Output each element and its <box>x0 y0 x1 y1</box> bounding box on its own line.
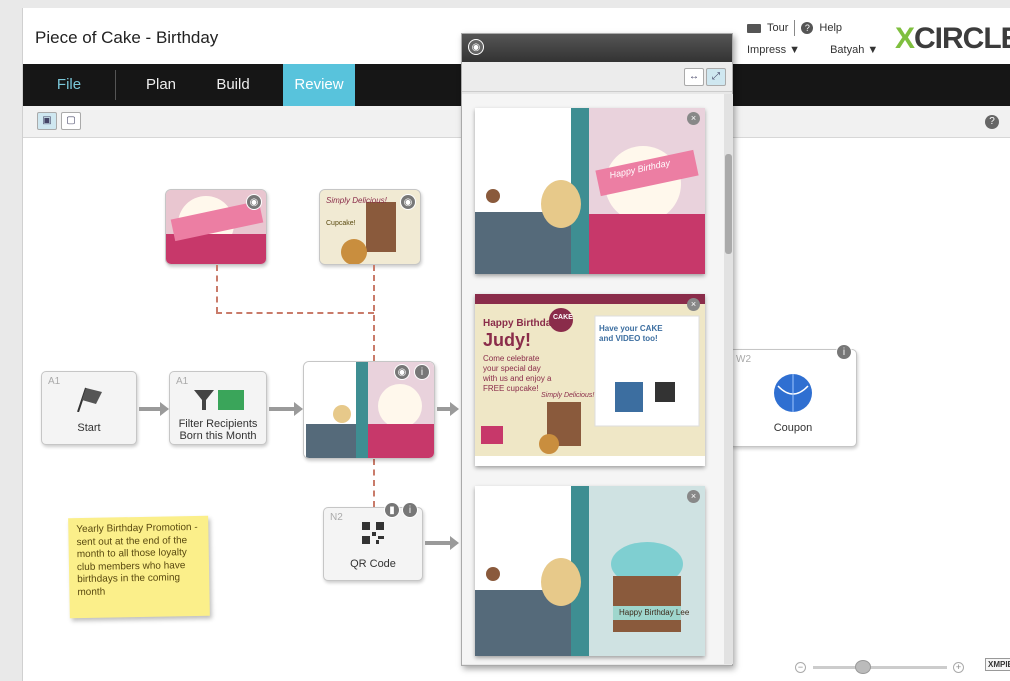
fit-width-button[interactable]: ↔ <box>684 68 704 86</box>
flow-arrow <box>139 402 169 416</box>
popup-header: ◉ <box>462 34 732 62</box>
node-id: A1 <box>176 376 189 387</box>
flow-arrow <box>269 402 303 416</box>
thumb-headline: Simply Delicious! <box>326 196 387 205</box>
user-menu[interactable]: Batyah ▼ <box>830 44 878 56</box>
card-body: Come celebrate your special day with us … <box>483 354 552 393</box>
view-flow-button[interactable]: ▢ <box>61 112 81 130</box>
zoom-out-button[interactable]: − <box>795 662 806 673</box>
mailer-back-image-2 <box>475 486 705 656</box>
stats-icon[interactable]: ▮ <box>384 502 400 518</box>
zoom-slider[interactable]: − + <box>795 660 965 674</box>
app-window: Piece of Cake - Birthday Tour ? Help Imp… <box>22 8 1010 681</box>
circle-logo: XCIRCLE <box>895 22 1010 55</box>
node-label-line1: Filter Recipients <box>178 418 258 430</box>
node-id: A1 <box>48 376 61 387</box>
connector-line <box>216 312 374 314</box>
help-link[interactable]: Help <box>819 22 842 34</box>
info-icon[interactable]: ? <box>985 115 999 129</box>
card-name: Judy! <box>483 330 532 350</box>
divider <box>794 20 796 36</box>
node-label: Coupon <box>773 422 813 434</box>
connector-line <box>216 265 218 313</box>
flag-icon <box>77 387 102 412</box>
info-icon[interactable]: i <box>836 344 852 360</box>
preview-icon[interactable]: ◉ <box>394 364 410 380</box>
preview-list: × Happy Birthday × CAKE Happy Birthday J… <box>462 94 724 664</box>
flow-arrow <box>437 402 459 416</box>
card-right-title: Have your CAKE and VIDEO too! <box>599 324 663 343</box>
flow-arrow <box>425 536 459 550</box>
connector-line <box>373 459 375 507</box>
node-label-line2: Born this Month <box>179 430 257 442</box>
sticky-note[interactable]: Yearly Birthday Promotion - sent out at … <box>68 515 210 619</box>
preview-card[interactable]: × CAKE Happy Birthday Judy! Come celebra <box>475 294 705 466</box>
preview-icon: ◉ <box>468 39 484 55</box>
nav-divider <box>115 70 116 100</box>
preview-card[interactable]: × Happy Birthday Lee <box>475 486 705 656</box>
popup-toolbar: ↔ ⤢ <box>462 62 732 92</box>
thumbnail-delicious[interactable]: Simply Delicious! Cupcake! ◉ <box>319 189 421 265</box>
preview-icon[interactable]: ◉ <box>246 194 262 210</box>
xmpie-logo: XMPIE <box>985 658 1010 671</box>
popup-scrollbar[interactable] <box>724 94 733 664</box>
node-filter[interactable]: A1 Filter Recipients Born this Month <box>169 371 267 445</box>
view-thumbnails-button[interactable]: ▣ <box>37 112 57 130</box>
page-title: Piece of Cake - Birthday <box>35 28 219 47</box>
node-print-mailer[interactable]: ◉ i <box>303 361 435 459</box>
preview-card[interactable]: × Happy Birthday <box>475 108 705 274</box>
node-label: QR Code <box>350 558 396 570</box>
scroll-thumb[interactable] <box>725 154 732 254</box>
tab-plan[interactable]: Plan <box>131 64 191 106</box>
top-links: Tour ? Help Impress ▼ Batyah ▼ <box>747 20 878 56</box>
info-icon[interactable]: i <box>414 364 430 380</box>
close-icon[interactable]: × <box>687 112 700 125</box>
connector-line <box>373 265 375 361</box>
node-label: Start <box>77 422 101 434</box>
node-qr-code[interactable]: N2 QR Code ▮ i <box>323 502 423 581</box>
impress-menu[interactable]: Impress ▼ <box>747 44 800 56</box>
qr-code-icon <box>362 522 384 544</box>
help-icon: ? <box>801 22 814 34</box>
close-icon[interactable]: × <box>687 298 700 311</box>
preview-icon[interactable]: ◉ <box>400 194 416 210</box>
video-icon <box>747 23 761 33</box>
fit-page-button[interactable]: ⤢ <box>706 68 726 86</box>
zoom-in-button[interactable]: + <box>953 662 964 673</box>
thumbnail-cupcake[interactable]: ◉ <box>165 189 267 265</box>
node-coupon[interactable]: W2 Coupon i <box>729 344 857 447</box>
tab-review[interactable]: Review <box>283 64 355 106</box>
zoom-knob[interactable] <box>855 660 871 674</box>
zoom-track[interactable] <box>813 666 947 669</box>
filter-icon <box>194 390 244 410</box>
card-badge: Simply Delicious! <box>541 392 595 399</box>
close-icon[interactable]: × <box>687 490 700 503</box>
thumb-subtext: Cupcake! <box>326 220 356 227</box>
node-id: W2 <box>736 354 751 365</box>
node-start[interactable]: A1 Start <box>41 371 137 445</box>
tour-link[interactable]: Tour <box>767 22 788 34</box>
cake-text: Happy Birthday Lee <box>619 608 690 617</box>
node-id: N2 <box>330 512 343 523</box>
mailer-back-image <box>475 108 705 274</box>
globe-icon <box>774 374 812 412</box>
tab-file[interactable]: File <box>23 64 115 106</box>
tab-build[interactable]: Build <box>203 64 263 106</box>
card-greeting: Happy Birthday <box>483 318 557 329</box>
info-icon[interactable]: i <box>402 502 418 518</box>
preview-popup: ◉ ↔ ⤢ × Happy Birthday × CAKE Happy Birt… <box>461 33 733 666</box>
